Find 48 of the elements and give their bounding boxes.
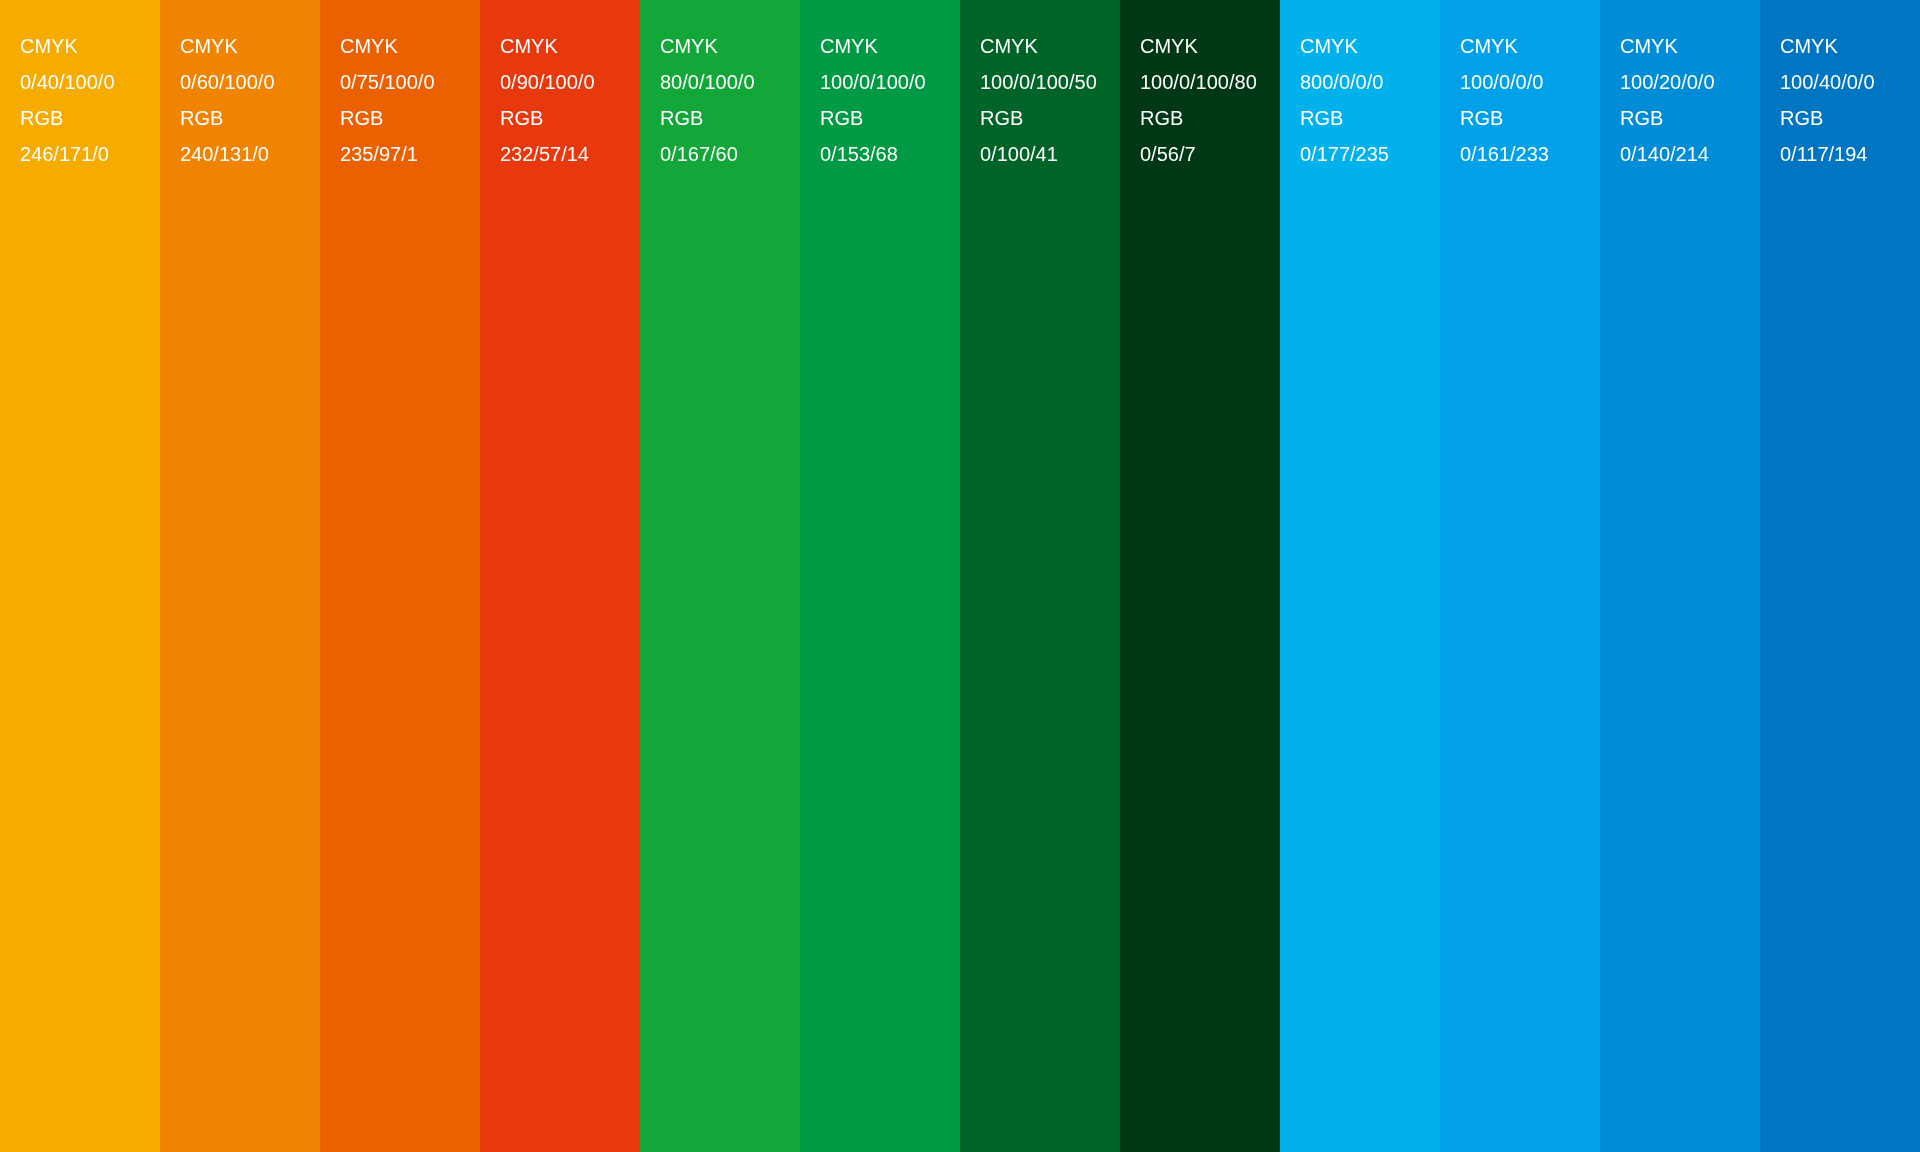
rgb-label: RGB [340, 106, 384, 131]
cmyk-label: CMYK [820, 34, 878, 59]
cmyk-value: 80/0/100/0 [660, 70, 755, 95]
cmyk-label: CMYK [1300, 34, 1358, 59]
rgb-label: RGB [1620, 106, 1664, 131]
rgb-value: 0/161/233 [1460, 142, 1549, 167]
cmyk-label: CMYK [180, 34, 238, 59]
rgb-value: 0/56/7 [1140, 142, 1196, 167]
rgb-label: RGB [1780, 106, 1824, 131]
cmyk-value: 100/40/0/0 [1780, 70, 1875, 95]
cmyk-value: 0/75/100/0 [340, 70, 435, 95]
cmyk-value: 0/40/100/0 [20, 70, 115, 95]
rgb-value: 0/100/41 [980, 142, 1058, 167]
cmyk-label: CMYK [340, 34, 398, 59]
cmyk-label: CMYK [1140, 34, 1198, 59]
rgb-label: RGB [180, 106, 224, 131]
cmyk-value: 0/60/100/0 [180, 70, 275, 95]
cmyk-value: 100/20/0/0 [1620, 70, 1715, 95]
cmyk-value: 100/0/100/0 [820, 70, 926, 95]
rgb-value: 0/140/214 [1620, 142, 1709, 167]
rgb-label: RGB [20, 106, 64, 131]
rgb-label: RGB [980, 106, 1024, 131]
cmyk-value: 100/0/100/50 [980, 70, 1097, 95]
cmyk-value: 100/0/0/0 [1460, 70, 1544, 95]
cmyk-label: CMYK [1620, 34, 1678, 59]
rgb-value: 0/167/60 [660, 142, 738, 167]
rgb-value: 235/97/1 [340, 142, 418, 167]
rgb-label: RGB [1300, 106, 1344, 131]
cmyk-value: 800/0/0/0 [1300, 70, 1384, 95]
rgb-value: 246/171/0 [20, 142, 109, 167]
cmyk-value: 100/0/100/80 [1140, 70, 1257, 95]
cmyk-label: CMYK [500, 34, 558, 59]
cmyk-label: CMYK [20, 34, 78, 59]
rgb-label: RGB [500, 106, 544, 131]
rgb-value: 240/131/0 [180, 142, 269, 167]
rgb-value: 0/177/235 [1300, 142, 1389, 167]
cmyk-label: CMYK [980, 34, 1038, 59]
rgb-value: 0/117/194 [1780, 142, 1868, 167]
rgb-value: 232/57/14 [500, 142, 589, 167]
cmyk-label: CMYK [1460, 34, 1518, 59]
cmyk-value: 0/90/100/0 [500, 70, 595, 95]
rgb-value: 0/153/68 [820, 142, 898, 167]
rgb-label: RGB [1460, 106, 1504, 131]
rgb-label: RGB [660, 106, 704, 131]
cmyk-label: CMYK [1780, 34, 1838, 59]
cmyk-label: CMYK [660, 34, 718, 59]
rgb-label: RGB [820, 106, 864, 131]
rgb-label: RGB [1140, 106, 1184, 131]
